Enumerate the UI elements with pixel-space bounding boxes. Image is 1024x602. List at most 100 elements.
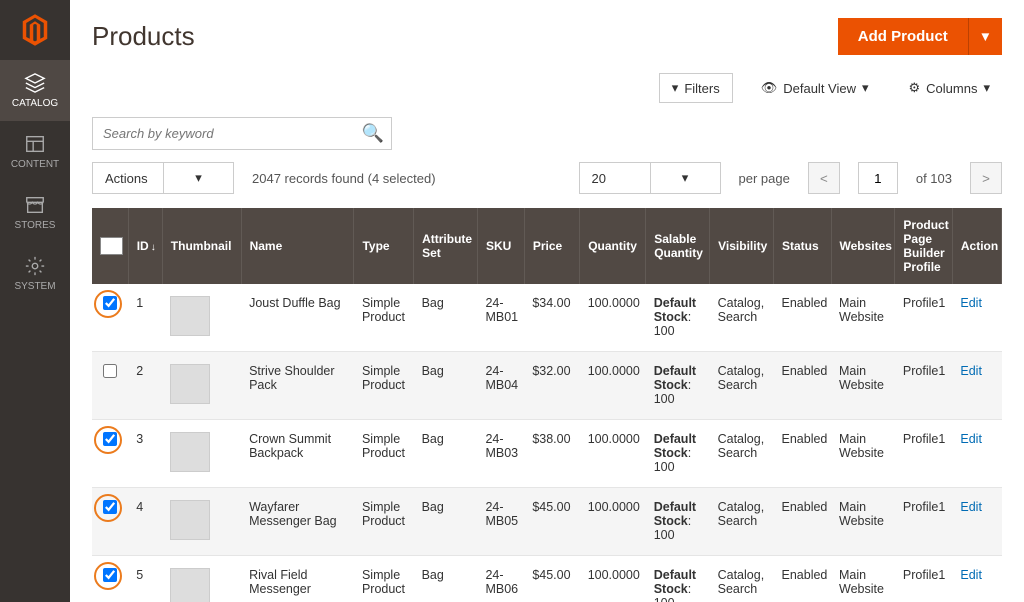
col-salable[interactable]: Salable Quantity <box>646 208 710 284</box>
funnel-icon: ▾ <box>672 80 679 96</box>
gear-icon: ⚙ <box>909 80 921 96</box>
cell-salable: Default Stock: 100 <box>646 420 710 488</box>
nav-system[interactable]: SYSTEM <box>0 243 70 304</box>
table-row[interactable]: 2Strive Shoulder PackSimple ProductBag24… <box>92 352 1002 420</box>
cell-profile: Profile1 <box>895 556 953 602</box>
edit-link[interactable]: Edit <box>960 500 982 514</box>
page-size-select[interactable]: 20 ▾ <box>579 162 721 194</box>
edit-link[interactable]: Edit <box>960 432 982 446</box>
caret-down-icon: ▾ <box>163 163 233 193</box>
col-profile[interactable]: Product Page Builder Profile <box>895 208 953 284</box>
cell-qty: 100.0000 <box>580 420 646 488</box>
cell-attr: Bag <box>414 556 478 602</box>
cell-websites: Main Website <box>831 420 895 488</box>
cell-sku: 24-MB05 <box>477 488 524 556</box>
col-visibility[interactable]: Visibility <box>710 208 774 284</box>
table-row[interactable]: 4Wayfarer Messenger BagSimple ProductBag… <box>92 488 1002 556</box>
caret-down-icon: ▾ <box>862 80 869 96</box>
cell-name: Joust Duffle Bag <box>241 284 354 352</box>
row-checkbox[interactable] <box>103 568 117 582</box>
col-quantity[interactable]: Quantity <box>580 208 646 284</box>
cell-price: $34.00 <box>524 284 579 352</box>
next-page-button[interactable]: > <box>970 162 1002 194</box>
col-websites[interactable]: Websites <box>831 208 895 284</box>
add-product-dropdown[interactable]: ▼ <box>968 18 1002 55</box>
add-product-button[interactable]: Add Product <box>838 18 968 55</box>
cell-price: $38.00 <box>524 420 579 488</box>
prev-page-button[interactable]: < <box>808 162 840 194</box>
product-grid: ▪▼ ID↓ Thumbnail Name Type Attribute Set… <box>92 208 1002 602</box>
cell-id: 5 <box>128 556 162 602</box>
cell-qty: 100.0000 <box>580 352 646 420</box>
nav-label: CONTENT <box>11 159 59 170</box>
cell-profile: Profile1 <box>895 420 953 488</box>
page-number-input[interactable] <box>858 162 898 194</box>
cell-sku: 24-MB03 <box>477 420 524 488</box>
cell-price: $32.00 <box>524 352 579 420</box>
row-checkbox[interactable] <box>103 364 117 378</box>
cell-salable: Default Stock: 100 <box>646 284 710 352</box>
default-view-button[interactable]: 👁 Default View ▾ <box>749 73 881 103</box>
row-checkbox[interactable] <box>103 296 117 310</box>
row-checkbox[interactable] <box>103 432 117 446</box>
page-title: Products <box>92 21 195 52</box>
col-thumbnail[interactable]: Thumbnail <box>162 208 241 284</box>
col-name[interactable]: Name <box>241 208 354 284</box>
actions-dropdown[interactable]: Actions ▾ <box>92 162 234 194</box>
cell-id: 4 <box>128 488 162 556</box>
table-row[interactable]: 5Rival Field MessengerSimple ProductBag2… <box>92 556 1002 602</box>
edit-link[interactable]: Edit <box>960 568 982 582</box>
edit-link[interactable]: Edit <box>960 296 982 310</box>
col-attribute-set[interactable]: Attribute Set <box>414 208 478 284</box>
search-icon[interactable]: 🔍 <box>362 123 384 144</box>
records-found-label: 2047 records found (4 selected) <box>252 171 436 186</box>
table-row[interactable]: 1Joust Duffle BagSimple ProductBag24-MB0… <box>92 284 1002 352</box>
nav-catalog[interactable]: CATALOG <box>0 60 70 121</box>
cell-name: Wayfarer Messenger Bag <box>241 488 354 556</box>
sort-arrow-icon: ↓ <box>151 242 156 253</box>
cell-profile: Profile1 <box>895 352 953 420</box>
cell-sku: 24-MB01 <box>477 284 524 352</box>
product-thumbnail <box>170 364 210 404</box>
cell-name: Crown Summit Backpack <box>241 420 354 488</box>
cell-type: Simple Product <box>354 556 414 602</box>
cell-attr: Bag <box>414 488 478 556</box>
cell-attr: Bag <box>414 284 478 352</box>
cell-type: Simple Product <box>354 420 414 488</box>
caret-down-icon: ▾ <box>650 163 720 193</box>
table-row[interactable]: 3Crown Summit BackpackSimple ProductBag2… <box>92 420 1002 488</box>
cell-status: Enabled <box>774 488 832 556</box>
edit-link[interactable]: Edit <box>960 364 982 378</box>
cell-id: 1 <box>128 284 162 352</box>
cell-profile: Profile1 <box>895 284 953 352</box>
col-checkbox[interactable]: ▪▼ <box>92 208 128 284</box>
admin-sidebar: CATALOG CONTENT STORES SYSTEM <box>0 0 70 602</box>
eye-icon: 👁 <box>761 80 778 96</box>
magento-logo[interactable] <box>0 0 70 60</box>
columns-button[interactable]: ⚙ Columns ▾ <box>897 73 1002 103</box>
col-type[interactable]: Type <box>354 208 414 284</box>
cell-price: $45.00 <box>524 556 579 602</box>
col-sku[interactable]: SKU <box>477 208 524 284</box>
cell-id: 3 <box>128 420 162 488</box>
search-input[interactable] <box>92 117 392 150</box>
filters-button[interactable]: ▾ Filters <box>659 73 733 103</box>
cell-attr: Bag <box>414 352 478 420</box>
cell-websites: Main Website <box>831 352 895 420</box>
cell-status: Enabled <box>774 284 832 352</box>
product-thumbnail <box>170 500 210 540</box>
cell-thumbnail <box>162 556 241 602</box>
col-status[interactable]: Status <box>774 208 832 284</box>
cell-qty: 100.0000 <box>580 284 646 352</box>
col-action[interactable]: Action <box>952 208 1001 284</box>
nav-label: SYSTEM <box>14 281 55 292</box>
nav-content[interactable]: CONTENT <box>0 121 70 182</box>
row-checkbox[interactable] <box>103 500 117 514</box>
cell-sku: 24-MB06 <box>477 556 524 602</box>
nav-stores[interactable]: STORES <box>0 182 70 243</box>
col-id[interactable]: ID↓ <box>128 208 162 284</box>
cell-profile: Profile1 <box>895 488 953 556</box>
cell-status: Enabled <box>774 420 832 488</box>
col-price[interactable]: Price <box>524 208 579 284</box>
cell-visibility: Catalog, Search <box>710 352 774 420</box>
